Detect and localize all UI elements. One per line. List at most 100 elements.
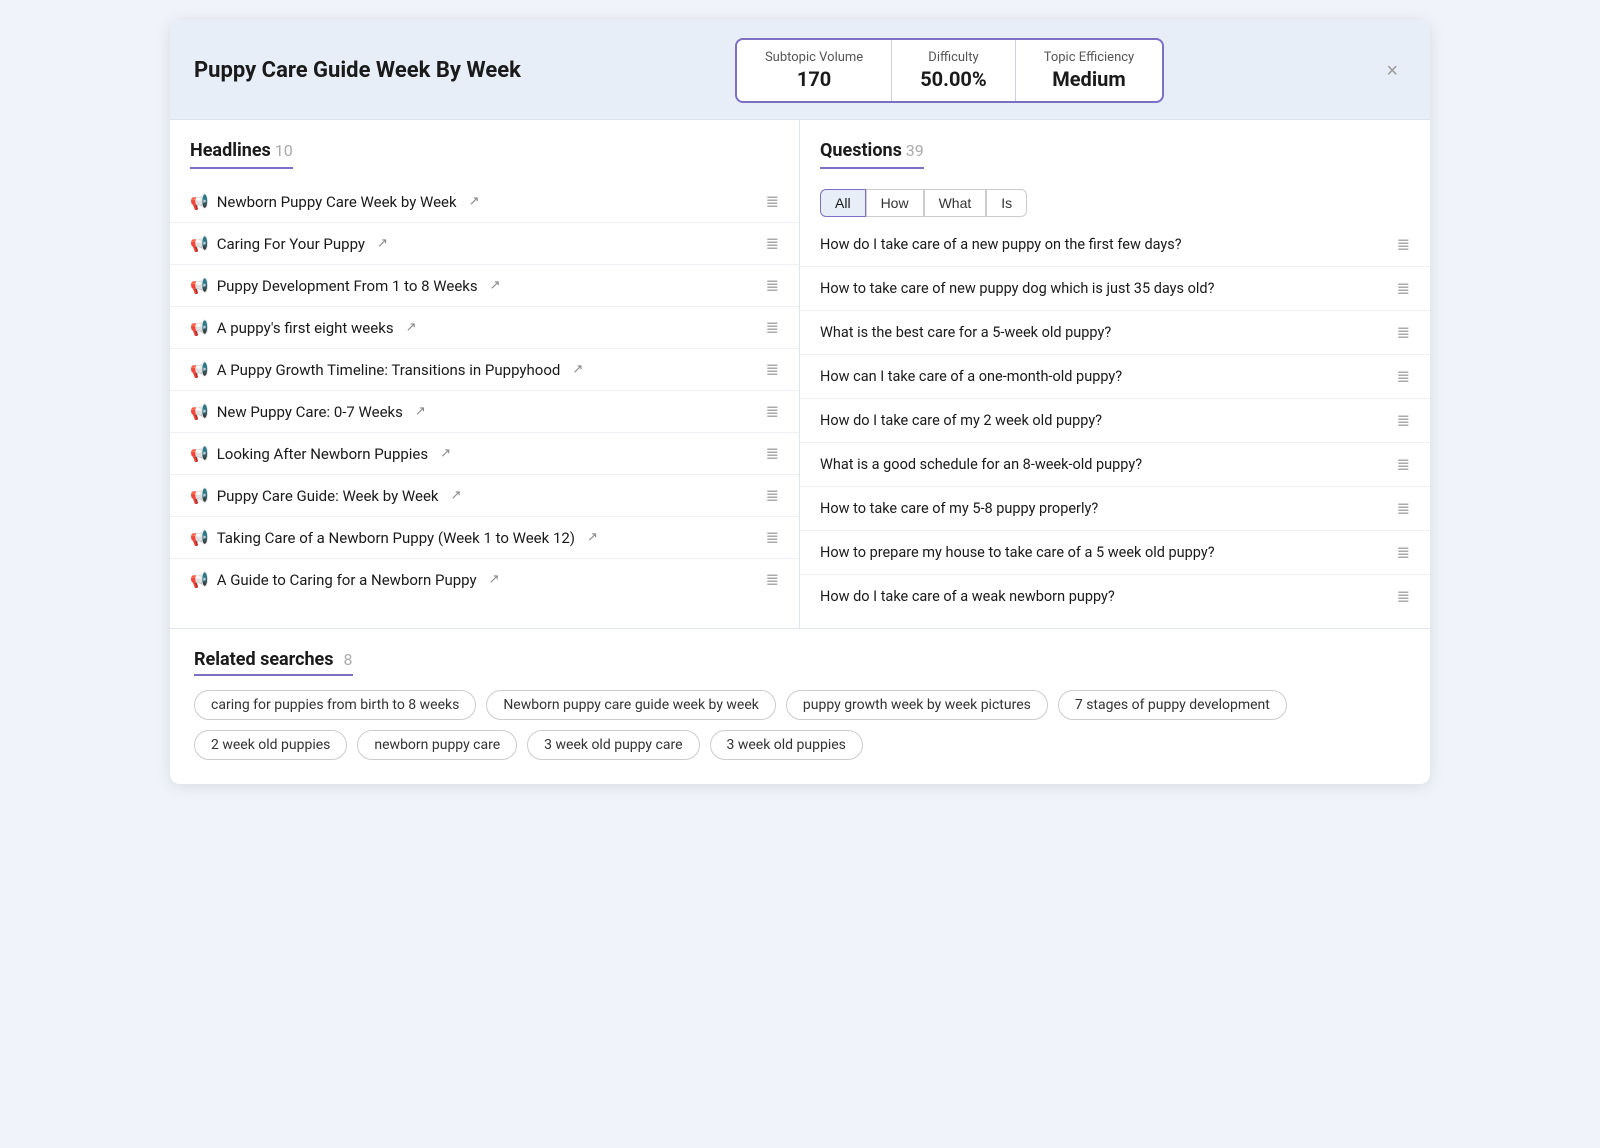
add-to-list-icon[interactable]: ≣: [1397, 235, 1410, 254]
related-search-tag[interactable]: newborn puppy care: [357, 730, 517, 760]
headline-item: 📢 Puppy Care Guide: Week by Week ↗ ≣: [170, 475, 799, 517]
external-link-icon[interactable]: ↗: [451, 488, 462, 503]
subtopic-volume-value: 170: [765, 67, 863, 91]
megaphone-icon: 📢: [190, 403, 209, 421]
question-text: How to take care of my 5-8 puppy properl…: [820, 500, 1397, 517]
question-text: What is the best care for a 5-week old p…: [820, 324, 1397, 341]
add-to-list-icon[interactable]: ≣: [1397, 587, 1410, 606]
headline-text: Puppy Development From 1 to 8 Weeks: [217, 277, 478, 295]
external-link-icon[interactable]: ↗: [490, 278, 501, 293]
question-item: How do I take care of a new puppy on the…: [800, 223, 1430, 267]
topic-efficiency-label: Topic Efficiency: [1044, 50, 1135, 65]
external-link-icon[interactable]: ↗: [440, 446, 451, 461]
topic-efficiency-value: Medium: [1044, 67, 1135, 91]
add-to-list-icon[interactable]: ≣: [766, 276, 779, 295]
add-to-list-icon[interactable]: ≣: [766, 570, 779, 589]
headline-text: Looking After Newborn Puppies: [217, 445, 428, 463]
external-link-icon[interactable]: ↗: [489, 572, 500, 587]
headline-left: 📢 A Guide to Caring for a Newborn Puppy …: [190, 571, 500, 589]
add-to-list-icon[interactable]: ≣: [766, 234, 779, 253]
close-button[interactable]: ×: [1378, 57, 1406, 85]
megaphone-icon: 📢: [190, 235, 209, 253]
megaphone-icon: 📢: [190, 361, 209, 379]
headline-item: 📢 A Puppy Growth Timeline: Transitions i…: [170, 349, 799, 391]
difficulty-stat: Difficulty 50.00%: [892, 40, 1015, 101]
add-to-list-icon[interactable]: ≣: [1397, 455, 1410, 474]
headlines-count: 10: [275, 141, 293, 160]
question-item: How can I take care of a one-month-old p…: [800, 355, 1430, 399]
questions-count: 39: [906, 141, 924, 160]
question-text: How do I take care of a new puppy on the…: [820, 236, 1397, 253]
external-link-icon[interactable]: ↗: [415, 404, 426, 419]
add-to-list-icon[interactable]: ≣: [766, 486, 779, 505]
questions-list: How do I take care of a new puppy on the…: [800, 223, 1430, 618]
headline-item: 📢 Caring For Your Puppy ↗ ≣: [170, 223, 799, 265]
headline-text: Caring For Your Puppy: [217, 235, 365, 253]
filter-btn-all[interactable]: All: [820, 189, 866, 217]
add-to-list-icon[interactable]: ≣: [1397, 411, 1410, 430]
related-search-tag[interactable]: caring for puppies from birth to 8 weeks: [194, 690, 476, 720]
add-to-list-icon[interactable]: ≣: [1397, 279, 1410, 298]
question-item: How to take care of new puppy dog which …: [800, 267, 1430, 311]
megaphone-icon: 📢: [190, 529, 209, 547]
stats-box: Subtopic Volume 170 Difficulty 50.00% To…: [735, 38, 1164, 103]
headline-text: Newborn Puppy Care Week by Week: [217, 193, 457, 211]
filter-btn-how[interactable]: How: [866, 189, 924, 217]
panel: Puppy Care Guide Week By Week Subtopic V…: [170, 20, 1430, 784]
headline-left: 📢 A puppy's first eight weeks ↗: [190, 319, 416, 337]
headline-text: New Puppy Care: 0-7 Weeks: [217, 403, 403, 421]
topic-efficiency-stat: Topic Efficiency Medium: [1016, 40, 1163, 101]
filter-btn-is[interactable]: Is: [986, 189, 1027, 217]
external-link-icon[interactable]: ↗: [587, 530, 598, 545]
external-link-icon[interactable]: ↗: [377, 236, 388, 251]
related-search-tag[interactable]: 7 stages of puppy development: [1058, 690, 1287, 720]
panel-title: Puppy Care Guide Week By Week: [194, 58, 521, 83]
external-link-icon[interactable]: ↗: [406, 320, 417, 335]
related-search-tag[interactable]: 3 week old puppies: [710, 730, 863, 760]
difficulty-value: 50.00%: [920, 67, 986, 91]
headline-text: A Puppy Growth Timeline: Transitions in …: [217, 361, 561, 379]
related-search-tag[interactable]: puppy growth week by week pictures: [786, 690, 1048, 720]
questions-title: Questions: [820, 140, 902, 161]
main-content: Headlines 10 📢 Newborn Puppy Care Week b…: [170, 120, 1430, 629]
add-to-list-icon[interactable]: ≣: [766, 402, 779, 421]
question-item: How to prepare my house to take care of …: [800, 531, 1430, 575]
question-item: What is the best care for a 5-week old p…: [800, 311, 1430, 355]
add-to-list-icon[interactable]: ≣: [1397, 323, 1410, 342]
headline-item: 📢 Taking Care of a Newborn Puppy (Week 1…: [170, 517, 799, 559]
add-to-list-icon[interactable]: ≣: [1397, 543, 1410, 562]
filter-buttons: AllHowWhatIs: [820, 189, 1027, 217]
add-to-list-icon[interactable]: ≣: [766, 360, 779, 379]
headline-text: Taking Care of a Newborn Puppy (Week 1 t…: [217, 529, 575, 547]
related-search-tag[interactable]: 2 week old puppies: [194, 730, 347, 760]
related-title: Related searches: [194, 649, 334, 670]
headline-left: 📢 New Puppy Care: 0-7 Weeks ↗: [190, 403, 426, 421]
add-to-list-icon[interactable]: ≣: [766, 444, 779, 463]
external-link-icon[interactable]: ↗: [572, 362, 583, 377]
headline-left: 📢 Puppy Care Guide: Week by Week ↗: [190, 487, 461, 505]
add-to-list-icon[interactable]: ≣: [766, 318, 779, 337]
headline-text: A puppy's first eight weeks: [217, 319, 394, 337]
headline-text: A Guide to Caring for a Newborn Puppy: [217, 571, 477, 589]
headline-left: 📢 Newborn Puppy Care Week by Week ↗: [190, 193, 480, 211]
related-search-tag[interactable]: 3 week old puppy care: [527, 730, 699, 760]
related-searches-section: Related searches 8 caring for puppies fr…: [170, 629, 1430, 784]
headline-left: 📢 Taking Care of a Newborn Puppy (Week 1…: [190, 529, 598, 547]
external-link-icon[interactable]: ↗: [469, 194, 480, 209]
difficulty-label: Difficulty: [920, 50, 986, 65]
add-to-list-icon[interactable]: ≣: [1397, 499, 1410, 518]
filter-btn-what[interactable]: What: [924, 189, 987, 217]
headline-item: 📢 Newborn Puppy Care Week by Week ↗ ≣: [170, 181, 799, 223]
question-item: What is a good schedule for an 8-week-ol…: [800, 443, 1430, 487]
subtopic-volume-label: Subtopic Volume: [765, 50, 863, 65]
headline-item: 📢 Looking After Newborn Puppies ↗ ≣: [170, 433, 799, 475]
add-to-list-icon[interactable]: ≣: [766, 192, 779, 211]
headline-left: 📢 Looking After Newborn Puppies ↗: [190, 445, 451, 463]
related-search-tag[interactable]: Newborn puppy care guide week by week: [486, 690, 776, 720]
add-to-list-icon[interactable]: ≣: [766, 528, 779, 547]
add-to-list-icon[interactable]: ≣: [1397, 367, 1410, 386]
headline-left: 📢 A Puppy Growth Timeline: Transitions i…: [190, 361, 583, 379]
headline-item: 📢 A Guide to Caring for a Newborn Puppy …: [170, 559, 799, 600]
question-text: How do I take care of a weak newborn pup…: [820, 588, 1397, 605]
megaphone-icon: 📢: [190, 571, 209, 589]
